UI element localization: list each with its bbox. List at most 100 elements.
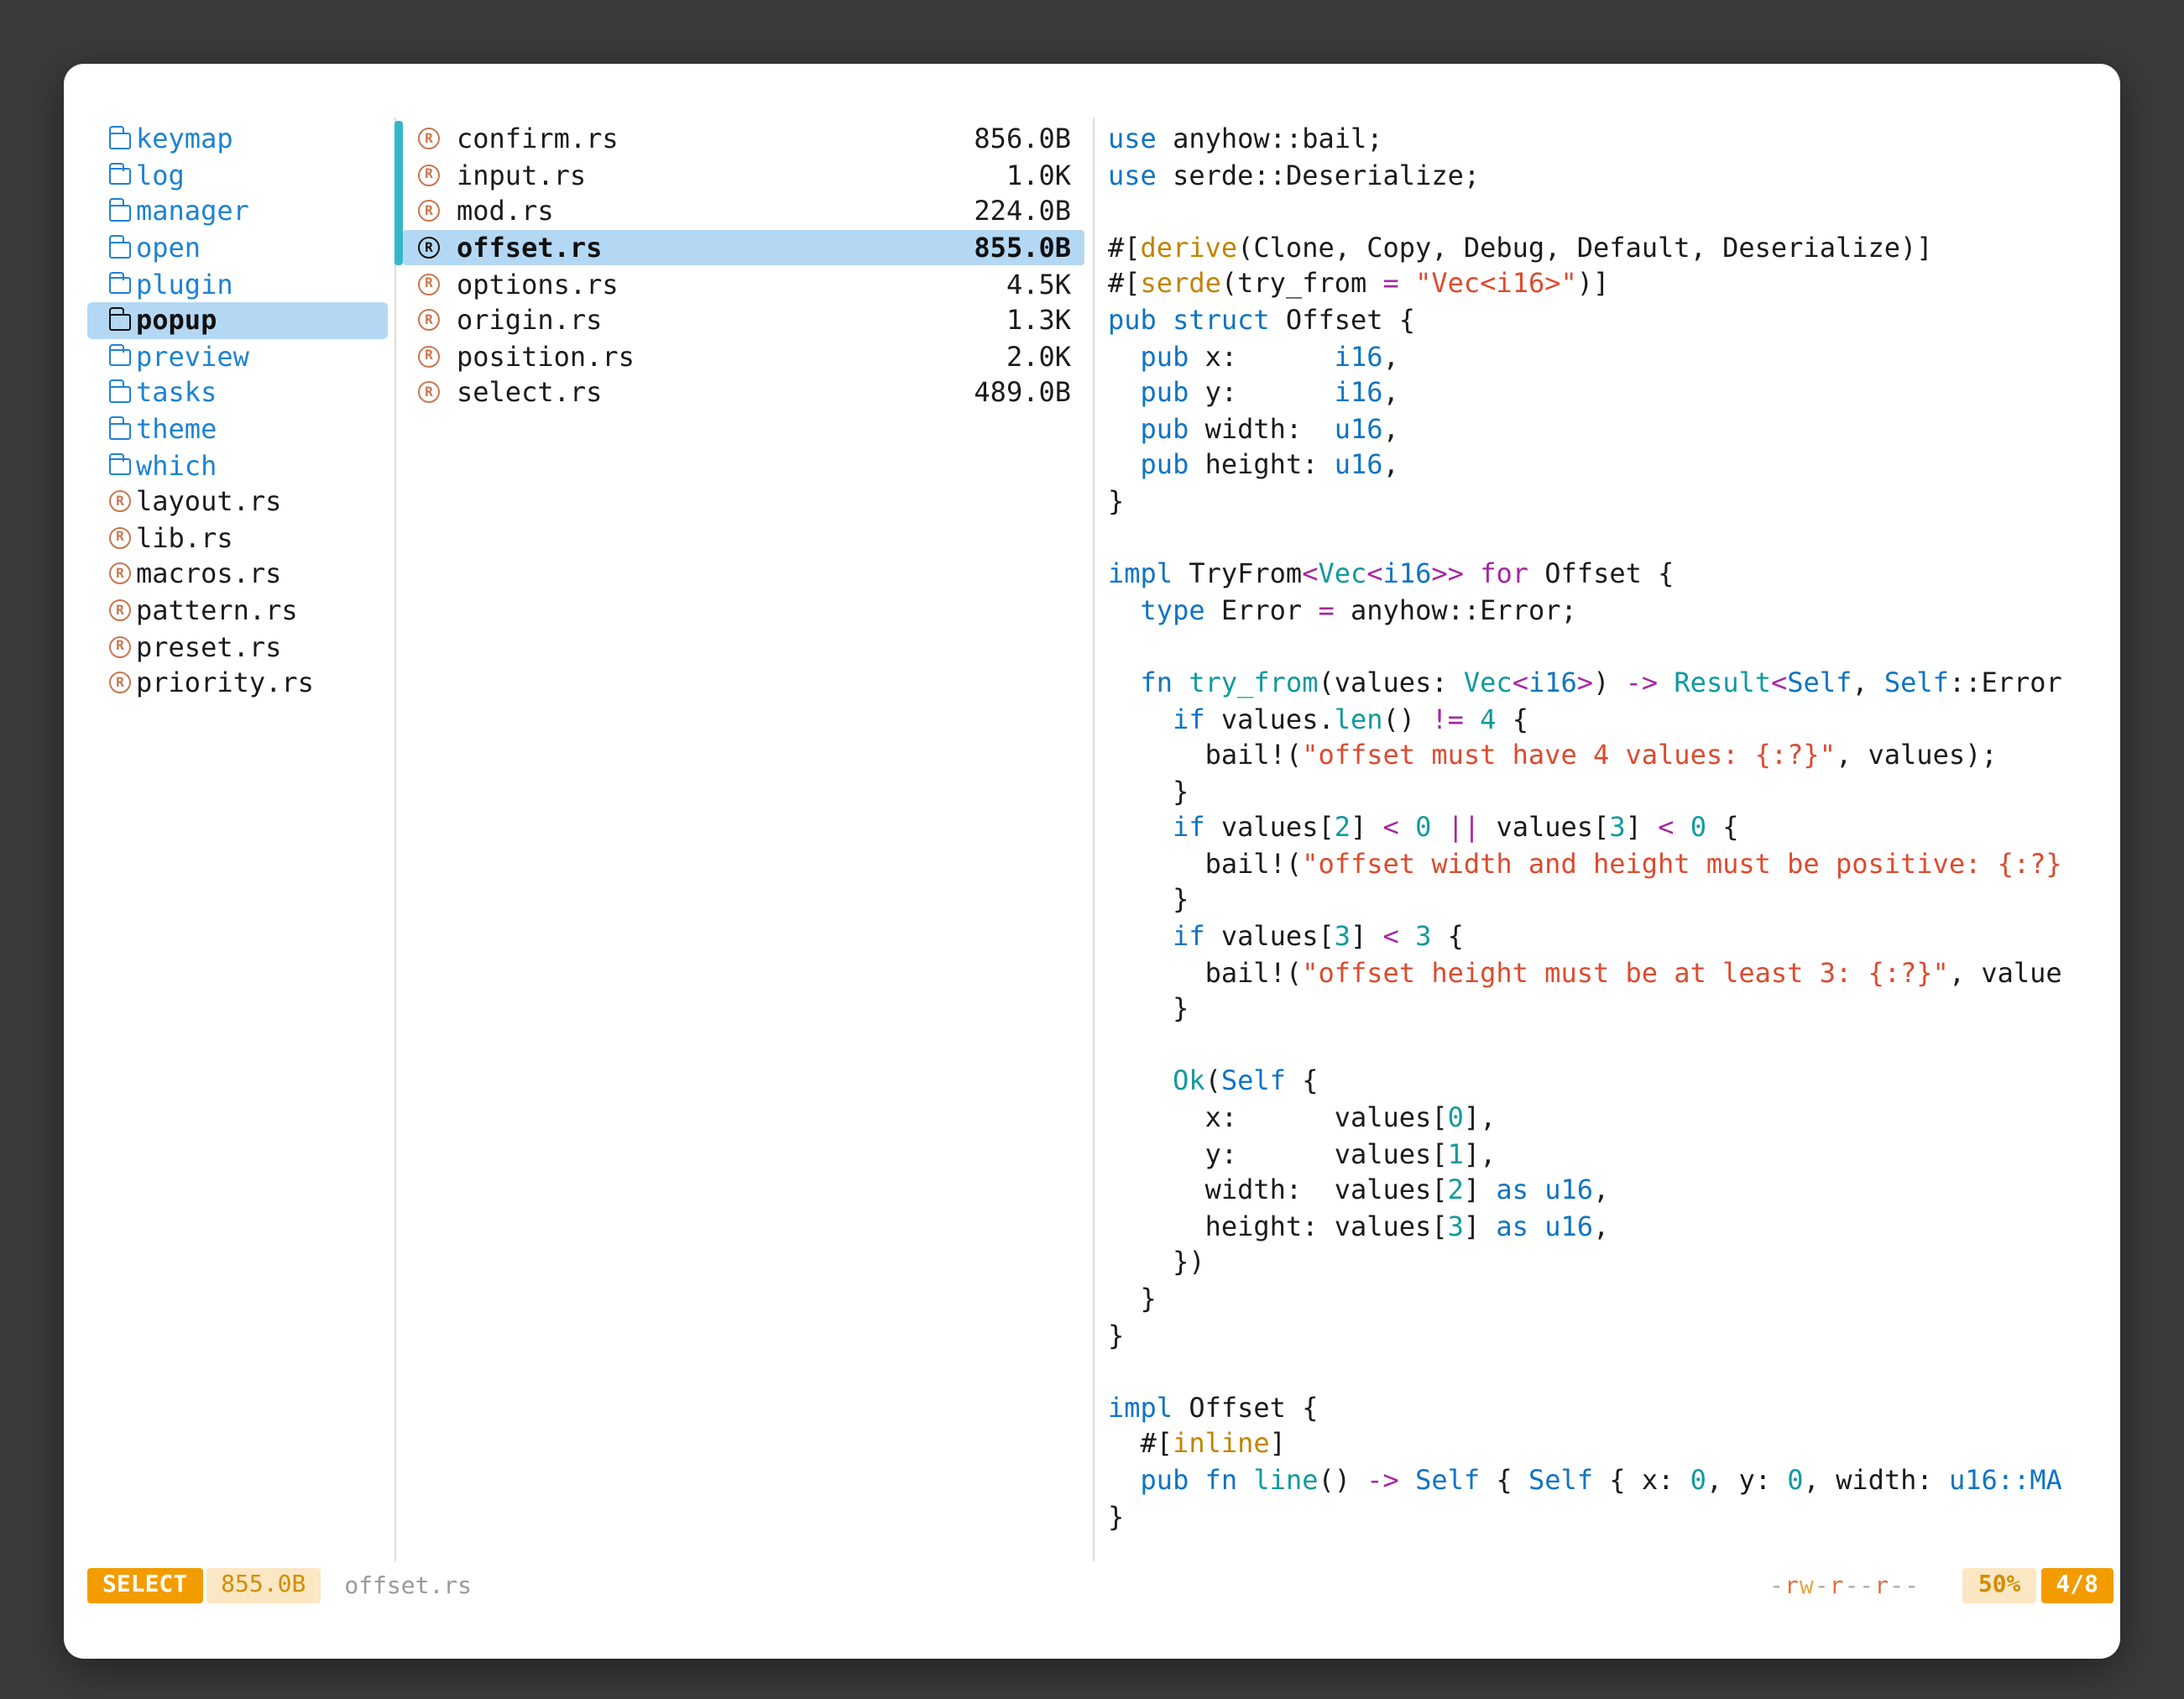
code-line: if values[3] < 3 { xyxy=(1108,918,2120,954)
rust-file-icon: R xyxy=(109,563,131,585)
file-item-origin-rs[interactable]: Rorigin.rs 1.3K xyxy=(403,302,1084,338)
code-line: if values[2] < 0 || values[3] < 0 { xyxy=(1108,810,2120,846)
sidebar-item-label: preview xyxy=(136,341,249,373)
file-item-offset-rs[interactable]: Roffset.rs855.0B xyxy=(403,230,1084,266)
sidebar-item-label: popup xyxy=(136,305,217,337)
code-line: }) xyxy=(1108,1245,2120,1281)
code-line: Ok(Self { xyxy=(1108,1064,2120,1100)
cursor-position-badge: 4/8 xyxy=(2040,1568,2113,1603)
file-name: position.rs xyxy=(457,341,635,373)
code-line xyxy=(1108,520,2120,556)
sidebar-item-preset-rs[interactable]: Rpreset.rs xyxy=(87,629,388,665)
sidebar-item-pattern-rs[interactable]: Rpattern.rs xyxy=(87,592,388,628)
file-item-position-rs[interactable]: Rposition.rs2.0K xyxy=(403,338,1084,374)
code-line xyxy=(1108,629,2120,665)
folder-icon xyxy=(109,314,131,331)
mode-badge: SELECT xyxy=(87,1568,202,1603)
code-line xyxy=(1108,1027,2120,1064)
status-filename: offset.rs xyxy=(344,1572,472,1599)
sidebar-list: keymap logmanageropen plugin popup preview ta… xyxy=(87,121,394,701)
code-line: #[inline] xyxy=(1108,1426,2120,1462)
folder-icon xyxy=(109,205,131,222)
file-name: mod.rs xyxy=(457,196,554,227)
sidebar-item-macros-rs[interactable]: Rmacros.rs xyxy=(87,556,388,592)
folder-icon xyxy=(109,350,131,367)
file-item-confirm-rs[interactable]: Rconfirm.rs856.0B xyxy=(403,121,1084,157)
code-preview: use anyhow::bail;use serde::Deserialize;… xyxy=(1108,121,2120,1534)
code-line xyxy=(1108,1353,2120,1389)
sidebar-item-label: keymap xyxy=(136,123,233,155)
scroll-percent-badge: 50% xyxy=(1963,1568,2036,1603)
sidebar-item-lib-rs[interactable]: Rlib.rs xyxy=(87,520,388,556)
sidebar-item-log[interactable]: log xyxy=(87,157,388,193)
code-line: impl Offset { xyxy=(1108,1390,2120,1426)
selection-marker xyxy=(394,121,402,266)
folder-icon xyxy=(109,386,131,403)
desktop-background: keymap logmanageropen plugin popup preview ta… xyxy=(0,0,2184,1699)
file-size: 1.3K xyxy=(1006,305,1071,337)
file-name: options.rs xyxy=(457,268,619,300)
sidebar-item-open[interactable]: open xyxy=(87,230,388,266)
rust-file-icon: R xyxy=(418,310,440,332)
sidebar-item-priority-rs[interactable]: Rpriority.rs xyxy=(87,665,388,701)
sidebar-item-label: lib.rs xyxy=(136,522,233,554)
rust-file-icon: R xyxy=(418,382,440,404)
rust-file-icon: R xyxy=(109,527,131,549)
file-item-select-rs[interactable]: Rselect.rs489.0B xyxy=(403,374,1084,410)
folder-icon xyxy=(109,422,131,439)
code-line: bail!("offset width and height must be p… xyxy=(1108,846,2120,882)
code-line: type Error = anyhow::Error; xyxy=(1108,592,2120,628)
rust-file-icon: R xyxy=(418,237,440,259)
code-line: bail!("offset must have 4 values: {:?}",… xyxy=(1108,737,2120,773)
code-line: } xyxy=(1108,991,2120,1027)
sidebar-item-theme[interactable]: theme xyxy=(87,411,388,447)
sidebar-item-tasks[interactable]: tasks xyxy=(87,374,388,410)
rust-file-icon: R xyxy=(418,346,440,368)
file-item-options-rs[interactable]: Roptions.rs4.5K xyxy=(403,266,1084,302)
sidebar-item-label: open xyxy=(136,232,201,264)
code-line: height: values[3] as u16, xyxy=(1108,1209,2120,1245)
file-item-mod-rs[interactable]: Rmod.rs224.0B xyxy=(403,193,1084,229)
folder-icon xyxy=(109,241,131,258)
file-item-input-rs[interactable]: Rinput.rs1.0K xyxy=(403,157,1084,193)
folder-icon xyxy=(109,169,131,186)
sidebar-item-label: log xyxy=(136,159,185,191)
code-line: pub y: i16, xyxy=(1108,374,2120,410)
preview-pane: use anyhow::bail;use serde::Deserialize;… xyxy=(1093,121,2120,1558)
file-name: origin.rs xyxy=(457,305,602,337)
file-size: 855.0B xyxy=(974,232,1071,264)
code-line: pub x: i16, xyxy=(1108,338,2120,374)
sidebar-item-preview[interactable]: preview xyxy=(87,338,388,374)
code-line: #[derive(Clone, Copy, Debug, Default, De… xyxy=(1108,230,2120,266)
sidebar-item-which[interactable]: which xyxy=(87,447,388,484)
sidebar-item-label: tasks xyxy=(136,377,217,409)
code-line: pub width: u16, xyxy=(1108,411,2120,447)
code-line: } xyxy=(1108,1498,2120,1534)
sidebar-item-keymap[interactable]: keymap xyxy=(87,121,388,157)
file-size: 224.0B xyxy=(974,196,1071,227)
code-line: pub height: u16, xyxy=(1108,447,2120,484)
code-line: } xyxy=(1108,773,2120,809)
sidebar-item-label: plugin xyxy=(136,268,233,300)
parent-directory-pane: keymap logmanageropen plugin popup preview ta… xyxy=(64,121,394,1558)
sidebar-item-label: preset.rs xyxy=(136,630,281,662)
rust-file-icon: R xyxy=(109,672,131,693)
sidebar-item-label: theme xyxy=(136,413,217,445)
sidebar-item-layout-rs[interactable]: Rlayout.rs xyxy=(87,484,388,520)
sidebar-item-plugin[interactable]: plugin xyxy=(87,266,388,302)
code-line: pub fn line() -> Self { Self { x: 0, y: … xyxy=(1108,1462,2120,1498)
rust-file-icon: R xyxy=(418,128,440,150)
file-size: 4.5K xyxy=(1006,268,1071,300)
code-line: fn try_from(values: Vec<i16>) -> Result<… xyxy=(1108,665,2120,701)
sidebar-item-manager[interactable]: manager xyxy=(87,193,388,229)
code-line: use anyhow::bail; xyxy=(1108,121,2120,157)
sidebar-item-label: macros.rs xyxy=(136,558,281,590)
code-line: impl TryFrom<Vec<i16>> for Offset { xyxy=(1108,556,2120,592)
code-line: y: values[1], xyxy=(1108,1136,2120,1172)
file-size: 489.0B xyxy=(974,377,1071,409)
rust-file-icon: R xyxy=(109,599,131,621)
code-line: } xyxy=(1108,1281,2120,1317)
sidebar-item-popup[interactable]: popup xyxy=(87,302,388,338)
code-line: #[serde(try_from = "Vec<i16>")] xyxy=(1108,266,2120,302)
permissions-text: -rw-r--r-- xyxy=(1769,1572,1920,1599)
